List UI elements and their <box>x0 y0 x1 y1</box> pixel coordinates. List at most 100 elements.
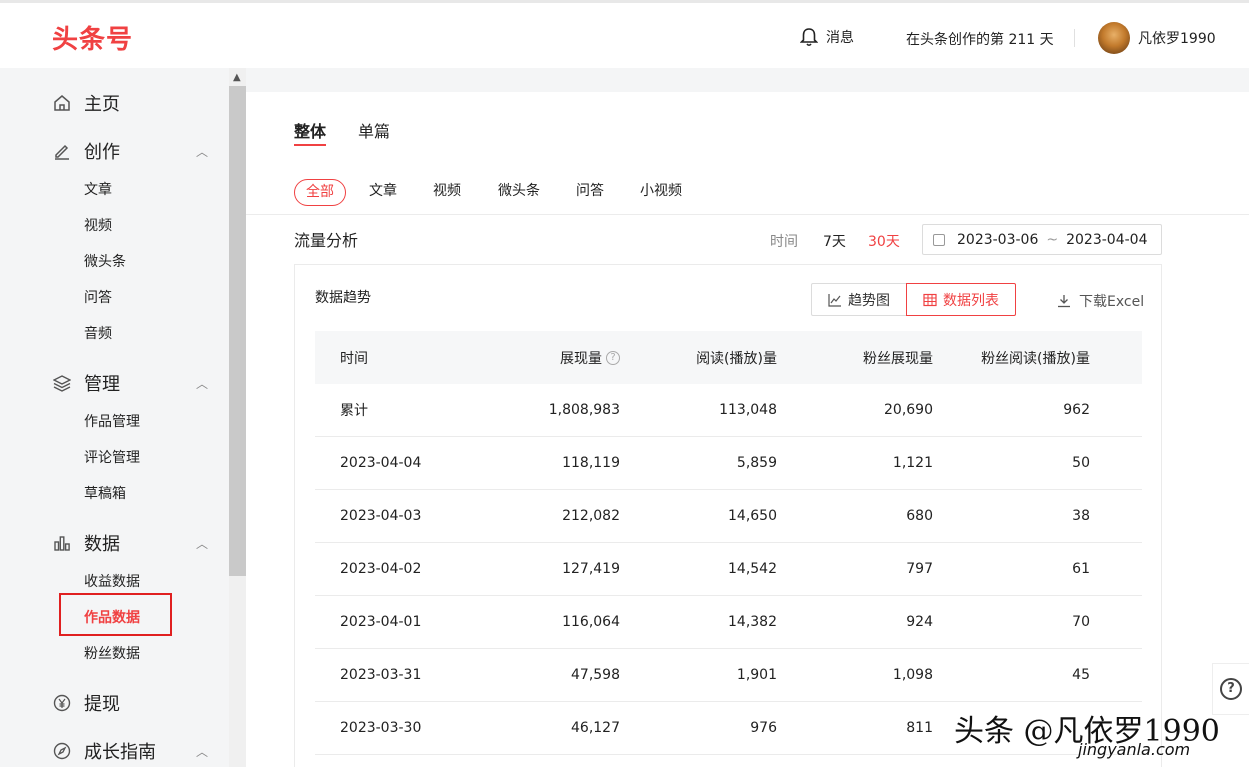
time-label: 时间 <box>770 234 798 250</box>
scrollbar-thumb[interactable] <box>229 86 246 576</box>
sidebar-item-withdraw[interactable]: 提现 <box>52 690 212 716</box>
table-row: 2023-04-02 127,419 14,542 797 61 <box>315 543 1142 596</box>
sidebar-item-comments[interactable]: 评论管理 <box>84 447 140 467</box>
table-cell: 61 <box>1072 561 1090 577</box>
calendar-icon <box>933 233 945 246</box>
table-cell: 1,901 <box>736 667 777 683</box>
main-content: 整体 单篇 全部 文章 视频 微头条 问答 小视频 流量分析 时间 7天 30天… <box>246 92 1249 767</box>
filter-video[interactable]: 视频 <box>422 179 472 206</box>
table-cell: 70 <box>1072 614 1090 630</box>
sidebar-item-drafts[interactable]: 草稿箱 <box>84 483 126 503</box>
column-header-fan-impressions: 粉丝展现量 <box>863 350 933 367</box>
sidebar-item-home[interactable]: 主页 <box>52 90 212 116</box>
data-list-label: 数据列表 <box>943 292 999 309</box>
sidebar-item-audio[interactable]: 音频 <box>84 323 112 343</box>
bell-icon <box>800 28 818 47</box>
sidebar-item-works[interactable]: 作品管理 <box>84 411 140 431</box>
sidebar-group-manage[interactable]: 管理 ︿ <box>52 370 212 396</box>
filter-all[interactable]: 全部 <box>294 179 346 206</box>
table-row: 2023-04-01 116,064 14,382 924 70 <box>315 596 1142 649</box>
data-table: 时间 展现量 ? 阅读(播放)量 粉丝展现量 粉丝阅读(播放)量 累计 1,808… <box>315 331 1142 755</box>
table-cell: 1,098 <box>892 667 933 683</box>
help-icon[interactable]: ? <box>606 350 620 365</box>
divider <box>246 214 1249 215</box>
avatar <box>1098 22 1130 54</box>
table-cell: 45 <box>1072 667 1090 683</box>
table-cell: 116,064 <box>562 614 620 630</box>
date-range-picker[interactable]: 2023-03-06 ~ 2023-04-04 <box>922 224 1162 255</box>
table-cell: 2023-04-02 <box>340 561 422 577</box>
table-cell: 累计 <box>340 403 368 419</box>
top-bar: 头条号 消息 在头条创作的第 211 天 凡依罗1990 <box>0 0 1249 68</box>
table-cell: 680 <box>906 508 933 524</box>
watermark-url: jingyanla.com <box>1078 740 1191 759</box>
table-cell: 924 <box>906 614 933 630</box>
chevron-up-icon[interactable]: ︿ <box>196 743 208 760</box>
messages-label: 消息 <box>826 30 854 46</box>
table-cell: 2023-03-30 <box>340 720 422 736</box>
table-cell: 1,121 <box>892 455 933 471</box>
table-cell: 2023-04-04 <box>340 455 422 471</box>
table-cell: 976 <box>750 720 777 736</box>
sidebar-group-create[interactable]: 创作 ︿ <box>52 138 212 164</box>
data-list-button[interactable]: 数据列表 <box>906 283 1016 316</box>
trend-chart-button[interactable]: 趋势图 <box>811 283 907 316</box>
logo[interactable]: 头条号 <box>52 19 133 56</box>
table-cell: 212,082 <box>562 508 620 524</box>
sidebar-group-label: 成长指南 <box>84 742 156 763</box>
sidebar-item-micro-post[interactable]: 微头条 <box>84 251 126 271</box>
filter-article[interactable]: 文章 <box>358 179 408 206</box>
sidebar-group-growth[interactable]: 成长指南 ︿ <box>52 738 212 764</box>
table-cell: 113,048 <box>719 402 777 418</box>
table-cell: 1,808,983 <box>548 402 620 418</box>
table-header: 时间 展现量 ? 阅读(播放)量 粉丝展现量 粉丝阅读(播放)量 <box>315 331 1142 384</box>
chevron-up-icon[interactable]: ︿ <box>196 375 208 392</box>
sidebar-item-fans-data[interactable]: 粉丝数据 <box>84 643 140 663</box>
header-divider <box>1074 29 1075 47</box>
table-row: 2023-04-04 118,119 5,859 1,121 50 <box>315 437 1142 490</box>
sidebar-group-label: 管理 <box>84 374 120 395</box>
tab-indicator <box>294 144 326 146</box>
tab-overall[interactable]: 整体 <box>294 118 326 142</box>
filter-short-video[interactable]: 小视频 <box>629 179 693 206</box>
filter-qa[interactable]: 问答 <box>565 179 615 206</box>
range-7-days[interactable]: 7天 <box>823 231 846 251</box>
chevron-up-icon[interactable]: ︿ <box>196 143 208 160</box>
table-cell: 14,382 <box>728 614 777 630</box>
filter-micro-post[interactable]: 微头条 <box>487 179 551 206</box>
range-30-days[interactable]: 30天 <box>868 231 900 251</box>
sidebar-item-label: 主页 <box>84 94 120 115</box>
column-header-fan-reads: 粉丝阅读(播放)量 <box>981 350 1090 367</box>
user-menu[interactable]: 凡依罗1990 <box>1098 22 1216 54</box>
sidebar-item-income-data[interactable]: 收益数据 <box>84 571 140 591</box>
tab-single[interactable]: 单篇 <box>358 118 390 142</box>
sidebar: 主页 创作 ︿ 文章 视频 微头条 问答 音频 管理 ︿ 作品管理 评论管理 草… <box>0 68 229 767</box>
sidebar-group-data[interactable]: 数据 ︿ <box>52 530 212 556</box>
table-cell: 811 <box>906 720 933 736</box>
sidebar-item-article[interactable]: 文章 <box>84 179 112 199</box>
table-body: 累计 1,808,983 113,048 20,690 962 2023-04-04 118… <box>315 384 1142 755</box>
highlight-box <box>59 593 172 636</box>
chevron-up-icon[interactable]: ︿ <box>196 535 208 552</box>
pencil-icon <box>52 141 72 161</box>
table-cell: 46,127 <box>571 720 620 736</box>
sidebar-item-qa[interactable]: 问答 <box>84 287 112 307</box>
table-cell: 38 <box>1072 508 1090 524</box>
sidebar-item-video[interactable]: 视频 <box>84 215 112 235</box>
download-icon <box>1058 295 1070 308</box>
scroll-up-arrow-icon[interactable]: ▲ <box>233 72 241 83</box>
yen-icon <box>52 693 72 713</box>
table-cell: 5,859 <box>736 455 777 471</box>
home-icon <box>52 93 72 113</box>
compass-icon <box>52 741 72 761</box>
column-header-impressions: 展现量 ? <box>505 348 620 368</box>
table-cell: 2023-04-01 <box>340 614 422 630</box>
question-icon: ? <box>1220 678 1242 700</box>
messages-button[interactable]: 消息 <box>800 27 854 47</box>
table-cell: 127,419 <box>562 561 620 577</box>
date-end: 2023-04-04 <box>1066 231 1148 248</box>
download-excel-button[interactable]: 下载Excel <box>1057 291 1144 311</box>
sidebar-group-label: 数据 <box>84 534 120 555</box>
table-cell: 2023-04-03 <box>340 508 422 524</box>
sidebar-scrollbar[interactable]: ▲ <box>229 68 246 767</box>
